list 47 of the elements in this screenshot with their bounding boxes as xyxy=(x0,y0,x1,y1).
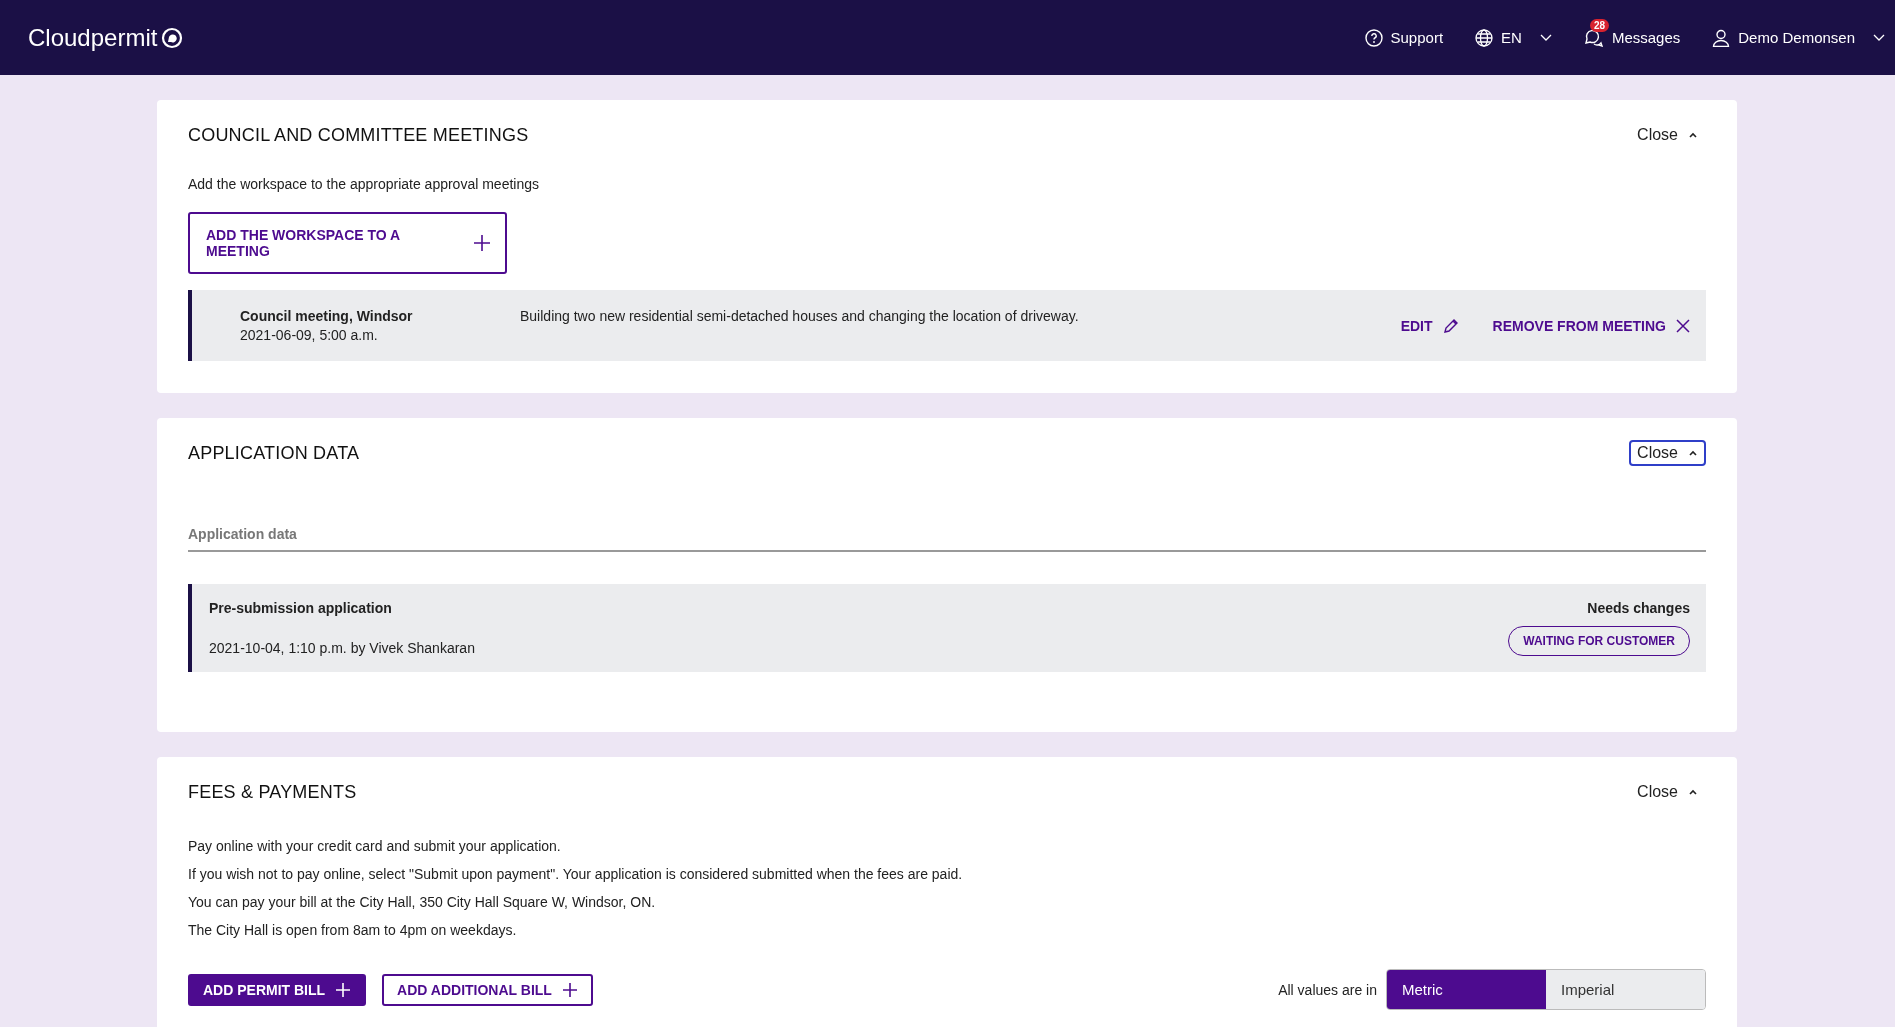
info-text: Pay online with your credit card and submit your application. xyxy=(188,837,562,855)
section-description: Add the workspace to the appropriate approval meetings xyxy=(188,176,540,192)
close-toggle[interactable]: Close xyxy=(1629,440,1706,466)
pencil-icon xyxy=(1442,317,1459,334)
plus-icon xyxy=(561,981,578,998)
add-bill-button[interactable]: ADD ADDITIONAL BILL xyxy=(382,973,593,1006)
meeting-name: Council meeting, Windsor xyxy=(240,308,414,324)
application-meta: 2021-10-04, 1:10 p.m. by Vivek Shankaran xyxy=(209,640,475,656)
language-selector[interactable]: EN xyxy=(1475,28,1552,47)
chevron-down-icon xyxy=(1873,33,1885,42)
application-status: Needs changes xyxy=(1587,600,1690,616)
meeting-description: Building two new residential semi-detached houses and changing the location of driveway. xyxy=(520,308,1080,324)
edit-link[interactable]: EDIT xyxy=(1400,317,1459,334)
close-icon xyxy=(1676,318,1690,333)
section-title: COUNCIL AND COMMITTEE MEETINGS xyxy=(188,124,529,146)
chevron-up-icon xyxy=(1688,450,1698,456)
section-title: FEES & PAYMENTS xyxy=(188,781,357,803)
application-name: Pre-submission application xyxy=(209,600,393,616)
info-text: You can pay your bill at the City Hall, 350 City Hall Square W, Windsor, ON. xyxy=(188,893,657,911)
info-text: The City Hall is open from 8am to 4pm on weekdays. xyxy=(188,921,518,939)
remove-link[interactable]: REMOVE FROM MEETING xyxy=(1492,317,1690,334)
plus-icon xyxy=(473,234,491,252)
chevron-down-icon xyxy=(1539,33,1552,42)
add-to-meeting-button[interactable]: ADD THE WORKSPACE TO A MEETING xyxy=(188,212,507,274)
support-link[interactable]: Support xyxy=(1364,28,1444,47)
unit-option[interactable]: Metric xyxy=(1387,970,1546,1009)
user-menu[interactable]: Demo Demonsen xyxy=(1712,28,1885,47)
messages-link[interactable]: 28 Messages xyxy=(1583,14,1681,47)
help-icon xyxy=(1364,28,1383,47)
logo-text[interactable]: Cloudpermit xyxy=(28,23,158,52)
user-icon xyxy=(1712,28,1731,47)
speech-bubble-logo-icon xyxy=(161,26,184,49)
unit-option[interactable]: Imperial xyxy=(1546,970,1705,1009)
meeting-date: 2021-06-09, 5:00 a.m. xyxy=(240,327,379,343)
subheading: Application data xyxy=(188,526,1706,552)
plus-icon xyxy=(335,981,352,998)
close-toggle[interactable]: Close xyxy=(1629,122,1706,148)
globe-icon xyxy=(1475,28,1494,47)
units-label: All values are in xyxy=(1278,981,1377,998)
close-toggle[interactable]: Close xyxy=(1629,779,1706,805)
info-text: If you wish not to pay online, select "Submit upon payment". Your application is considered submitted when the fees are paid. xyxy=(188,865,964,883)
chat-bubbles-icon xyxy=(1583,28,1604,47)
message-count-badge: 28 xyxy=(1589,18,1610,32)
chevron-up-icon xyxy=(1688,789,1698,795)
section-title: APPLICATION DATA xyxy=(188,442,360,464)
chevron-up-icon xyxy=(1688,132,1698,138)
add-bill-button[interactable]: ADD PERMIT BILL xyxy=(188,973,367,1006)
